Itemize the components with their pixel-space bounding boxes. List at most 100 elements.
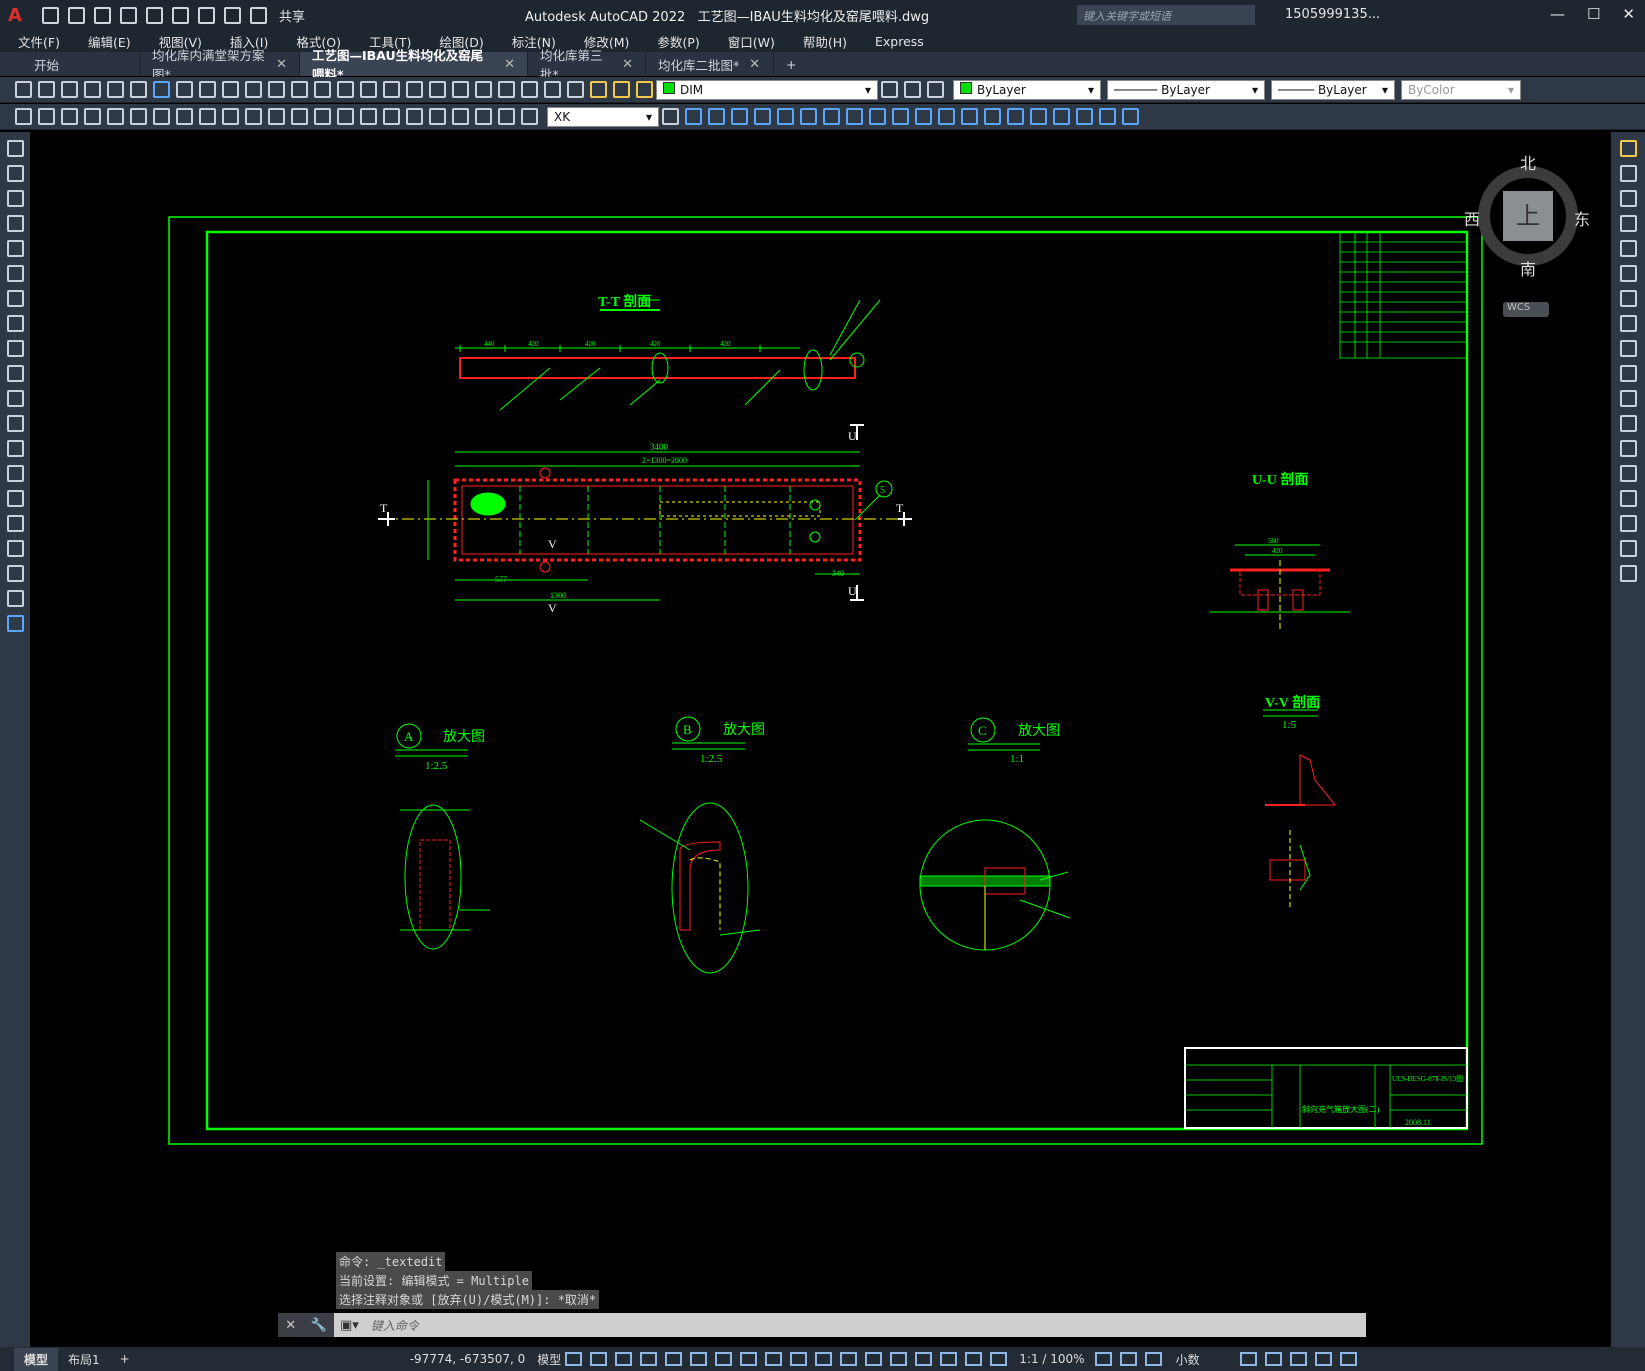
tab-file-1[interactable]: 均化库内满堂架方案图* ✕ [140, 48, 300, 82]
bulb-icon[interactable] [590, 81, 607, 98]
dim-break-icon[interactable] [360, 108, 377, 125]
solid-box-icon[interactable] [685, 108, 702, 125]
quick-dim-icon[interactable] [268, 108, 285, 125]
viewcube-west[interactable]: 西 [1464, 206, 1480, 230]
plot-icon[interactable] [84, 81, 101, 98]
diameter-dim-icon[interactable] [222, 108, 239, 125]
jogged-dim-icon[interactable] [199, 108, 216, 125]
join-icon[interactable] [1619, 465, 1637, 482]
save-icon[interactable] [61, 81, 78, 98]
dynamic-ucs-icon[interactable] [890, 1352, 908, 1366]
dimstyle-manager-icon[interactable] [662, 108, 679, 125]
jogged-linear-icon[interactable] [452, 108, 469, 125]
pan-icon[interactable] [314, 81, 331, 98]
region-icon[interactable] [6, 540, 24, 557]
publish-icon[interactable] [130, 81, 147, 98]
3d-mirror-icon[interactable] [1122, 108, 1139, 125]
angular-dim-icon[interactable] [245, 108, 262, 125]
dim-space-icon[interactable] [337, 108, 354, 125]
sweep-icon[interactable] [869, 108, 886, 125]
close-icon[interactable]: ✕ [285, 1318, 296, 1333]
selection-cycling-icon[interactable] [840, 1352, 858, 1366]
section-plane-icon[interactable] [1007, 108, 1024, 125]
units-dropdown[interactable]: 小数 [1176, 1351, 1236, 1368]
rectangle-icon[interactable] [6, 240, 24, 257]
make-block-icon[interactable] [6, 440, 24, 457]
minimize-button[interactable]: — [1550, 5, 1565, 23]
gradient-icon[interactable] [6, 515, 24, 532]
arc-icon[interactable] [6, 265, 24, 282]
hatch-icon[interactable] [38, 108, 55, 125]
transparency-icon[interactable] [815, 1352, 833, 1366]
circle-icon[interactable] [6, 290, 24, 307]
draw-order-icon[interactable] [15, 108, 32, 125]
gizmo-icon[interactable] [940, 1352, 958, 1366]
polyline-icon[interactable] [6, 190, 24, 207]
lineweight-icon[interactable] [790, 1352, 808, 1366]
menu-help[interactable]: 帮助(H) [803, 32, 847, 51]
solid-cylinder-icon[interactable] [777, 108, 794, 125]
close-icon[interactable]: ✕ [276, 57, 287, 72]
scale-icon[interactable] [1619, 315, 1637, 332]
add-layout-button[interactable]: + [110, 1349, 140, 1369]
gradient-icon[interactable] [61, 108, 78, 125]
quickcalc-icon[interactable] [521, 81, 538, 98]
sheet-set-icon[interactable] [475, 81, 492, 98]
dim-update-icon[interactable] [521, 108, 538, 125]
selection-filter-icon[interactable] [915, 1352, 933, 1366]
line-icon[interactable] [6, 140, 24, 157]
3d-align-icon[interactable] [1076, 108, 1093, 125]
save-icon[interactable] [94, 6, 111, 24]
stretch-icon[interactable] [1619, 340, 1637, 357]
mirror-icon[interactable] [1619, 190, 1637, 207]
tab-file-2[interactable]: 工艺图—IBAU生料均化及窑尾喂料* ✕ [300, 48, 528, 82]
new-tab-button[interactable]: + [774, 52, 808, 76]
wcs-menu[interactable]: WCS [1503, 302, 1549, 317]
chamfer-icon[interactable] [1619, 490, 1637, 507]
continue-dim-icon[interactable] [314, 108, 331, 125]
customization-icon[interactable] [1339, 1352, 1357, 1366]
gear-icon[interactable] [1094, 1352, 1112, 1366]
layer-properties-icon[interactable] [567, 81, 584, 98]
autocad-logo-icon[interactable]: A [8, 5, 28, 26]
intersect-icon[interactable] [961, 108, 978, 125]
center-mark-icon[interactable] [406, 108, 423, 125]
insert-block-icon[interactable] [6, 415, 24, 432]
baseline-dim-icon[interactable] [291, 108, 308, 125]
radius-dim-icon[interactable] [176, 108, 193, 125]
annotation-scale[interactable]: 1:1 / 100% [1019, 1352, 1084, 1366]
search-input[interactable]: 键入关键字或短语 [1077, 5, 1255, 25]
3d-osnap-icon[interactable] [865, 1352, 883, 1366]
3d-array-icon[interactable] [1099, 108, 1116, 125]
lineweight-dropdown[interactable]: ───── ByLayer ▾ [1271, 79, 1395, 100]
make-current-icon[interactable] [881, 81, 898, 98]
revision-cloud-icon[interactable] [6, 315, 24, 332]
3d-move-icon[interactable] [1030, 108, 1047, 125]
tab-file-3[interactable]: 均化库第三批* ✕ [528, 48, 646, 82]
linear-dim-icon[interactable] [84, 108, 101, 125]
copy-object-icon[interactable] [1619, 165, 1637, 182]
undo-icon[interactable] [224, 6, 241, 24]
open-icon[interactable] [38, 81, 55, 98]
offset-icon[interactable] [1619, 215, 1637, 232]
solid-sphere-icon[interactable] [754, 108, 771, 125]
dimstyle-dropdown[interactable]: XK ▾ [547, 106, 659, 127]
properties-icon[interactable] [406, 81, 423, 98]
menu-file[interactable]: 文件(F) [18, 32, 60, 51]
ordinate-dim-icon[interactable] [153, 108, 170, 125]
erase-icon[interactable] [1619, 140, 1637, 157]
customize-icon[interactable]: 🔧 [311, 1318, 327, 1333]
tab-model[interactable]: 模型 [14, 1347, 59, 1371]
tool-palettes-icon[interactable] [452, 81, 469, 98]
tab-layout1[interactable]: 布局1 [58, 1348, 110, 1371]
tab-start[interactable]: 开始 [0, 52, 140, 76]
viewcube-south[interactable]: 南 [1520, 256, 1536, 280]
menu-parametric[interactable]: 参数(P) [657, 32, 699, 51]
object-snap-icon[interactable] [765, 1352, 783, 1366]
slice-icon[interactable] [984, 108, 1001, 125]
loft-icon[interactable] [892, 108, 909, 125]
break-icon[interactable] [1619, 440, 1637, 457]
undo-icon[interactable] [268, 81, 285, 98]
menu-edit[interactable]: 编辑(E) [88, 32, 131, 51]
web-icon[interactable] [153, 81, 170, 98]
